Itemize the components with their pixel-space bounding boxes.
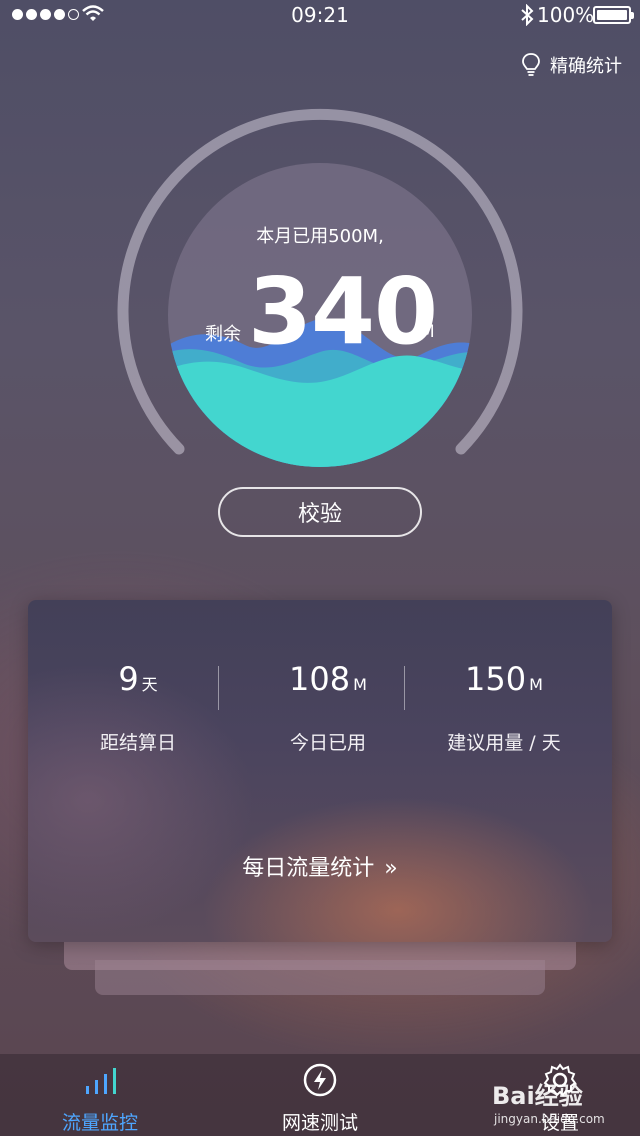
remain-label: 剩余 [205, 324, 241, 345]
usage-summary-card: 9天 距结算日 108 M 今日已用 150 M 建议用量 / 天 每日流量统计» [28, 600, 612, 942]
tab-traffic-monitor[interactable]: 流量监控 [0, 1054, 200, 1136]
remain-value: 340 [248, 258, 438, 365]
stat-value: 9 [118, 660, 139, 698]
remain-unit: M [420, 322, 435, 342]
lightning-icon [303, 1063, 337, 1097]
baidu-jingyan-watermark: Bai经验 jingyan.baidu.com [492, 1058, 640, 1136]
watermark-brand: Bai经验 [492, 1082, 583, 1110]
stat-days-to-settlement: 9天 距结算日 [28, 660, 248, 755]
stat-label: 建议用量 / 天 [447, 732, 561, 754]
double-chevron-right-icon: » [384, 856, 398, 881]
monthly-used-text: 本月已用500M, [256, 226, 384, 247]
daily-stats-label: 每日流量统计 [242, 856, 375, 881]
stat-value: 108 [289, 660, 351, 698]
watermark-url: jingyan.baidu.com [494, 1112, 605, 1126]
stat-unit: M [529, 675, 543, 694]
bar-chart-icon [86, 1068, 116, 1094]
stat-unit: M [353, 675, 367, 694]
stat-unit: 天 [141, 675, 158, 694]
tab-speed-test[interactable]: 网速测试 [220, 1054, 420, 1136]
tab-label: 流量监控 [61, 1112, 138, 1134]
stat-value: 150 [465, 660, 527, 698]
daily-stats-link[interactable]: 每日流量统计 » [28, 850, 612, 882]
stat-suggested-daily: 150 M 建议用量 / 天 [394, 660, 614, 755]
verify-button[interactable]: 校验 [218, 487, 422, 537]
tab-label: 网速测试 [281, 1112, 358, 1134]
stat-label: 距结算日 [99, 732, 176, 754]
